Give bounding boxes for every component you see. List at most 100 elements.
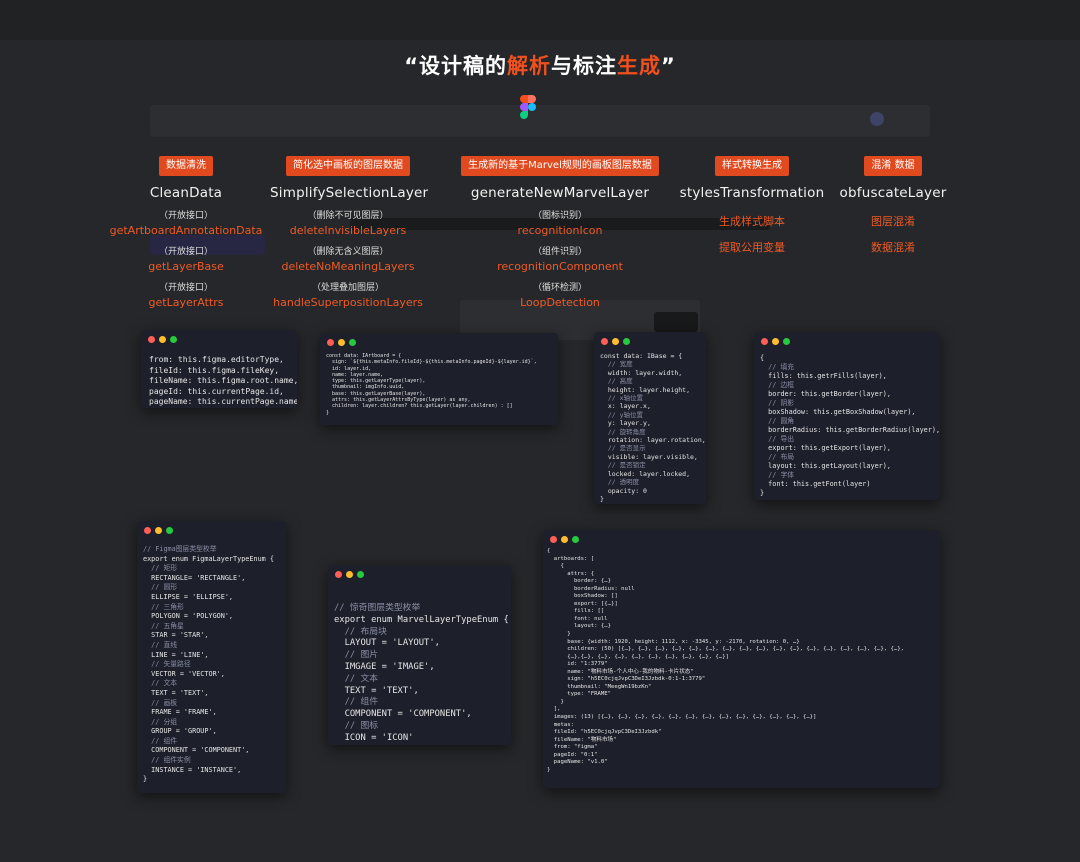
step-name: obfuscateLayer (839, 185, 947, 201)
code-line: { (547, 548, 551, 554)
title-part1: 设计稿的 (419, 54, 507, 78)
minimize-dot-icon (772, 338, 779, 345)
code-line: type: "FRAME" (547, 691, 611, 698)
column-clean-data: 数据清洗 CleanData （开放接口） getArtboardAnnotat… (108, 153, 264, 309)
step-item-note: （删除无含义图层） (307, 247, 389, 257)
code-line: // 惊奇图层类型枚举 (334, 603, 421, 613)
code-line: INSTANCE = 'INSTANCE', (143, 765, 242, 774)
step-item-note: （开放接口） (158, 211, 213, 221)
code-line: font: this.getFont(layer) (760, 480, 871, 488)
code-line: {…},{…}, {…}, {…}, {…}, {…}, {…}, {…}, {… (547, 653, 729, 660)
close-dot-icon (335, 571, 342, 578)
code-line: export enum MarvelLayerTypeEnum { (334, 614, 509, 625)
code-line: // Figma图层类型枚举 (143, 545, 217, 553)
code-window-output: { artboards: [ { attrs: { border: {…} bo… (543, 530, 940, 788)
code-line: LINE = 'LINE', (143, 650, 209, 659)
code-line: } (326, 409, 330, 416)
step-item-function: getArtboardAnnotationData (109, 224, 263, 237)
code-line: ELLIPSE = 'ELLIPSE', (143, 592, 234, 601)
code-line: STAR = 'STAR', (143, 631, 209, 640)
step-item-function: getLayerAttrs (148, 296, 224, 309)
title-quote-open: “ (404, 54, 419, 78)
code-line: y: layer.y, (600, 419, 651, 428)
code-line: layout: this.getLayout(layer), (760, 462, 891, 470)
code-line: layout: {…} (547, 623, 611, 630)
step-name: stylesTransformation (679, 185, 825, 201)
code-line: // 填充 (760, 363, 795, 371)
code-line: id: "1:3779" (547, 661, 608, 668)
code-line: GROUP = 'GROUP', (143, 727, 217, 736)
code-line: RECTANGLE= 'RECTANGLE', (143, 573, 246, 582)
code-line: attrs: { (547, 570, 595, 577)
code-line: pageName: this.currentPage.name, (149, 397, 297, 406)
code-block: { // 填充 fills: this.getrFills(layer), //… (760, 354, 940, 498)
minimize-dot-icon (346, 571, 353, 578)
step-item-note: （开放接口） (158, 247, 213, 257)
step-tag: 简化选中画板的图层数据 (286, 156, 410, 176)
step-item-function: deleteInvisibleLayers (289, 224, 407, 237)
code-line: children: (50) [{…}, {…}, {…}, {…}, {…},… (547, 646, 904, 653)
step-tag: 混淆 数据 (864, 156, 922, 176)
code-block: // Figma图层类型枚举 export enum FigmaLayerType… (143, 545, 274, 785)
window-controls (761, 338, 790, 345)
code-line: // 分组 (143, 717, 178, 726)
code-line: // 是否显示 (600, 444, 646, 453)
code-line: borderRadius: null (547, 585, 635, 592)
code-block: // 惊奇图层类型枚举 export enum MarvelLayerTypeEn… (334, 603, 509, 745)
title-quote-close: ” (661, 54, 676, 78)
code-line: fills: [] (547, 608, 605, 615)
code-window-marvel-enum: // 惊奇图层类型枚举 export enum MarvelLayerTypeEn… (328, 565, 511, 745)
code-line: { (760, 354, 765, 362)
code-line: sign: `${this.metaInfo.fileId}-${this.me… (326, 359, 537, 366)
code-line: boxShadow: this.getBoxShadow(layer), (760, 408, 916, 416)
maximize-dot-icon (170, 336, 177, 343)
step-tag: 生成新的基于Marvel规则的画板图层数据 (461, 156, 659, 176)
code-line: rotation: layer.rotation, (600, 436, 706, 445)
code-line: border: this.getBorder(layer), (760, 390, 891, 398)
step-item-function: getLayerBase (148, 260, 224, 273)
window-controls (335, 571, 364, 578)
code-line: COMPONENT = 'COMPONENT', (143, 746, 250, 755)
code-line: // 字体 (760, 471, 795, 479)
code-line: font: null (547, 615, 608, 622)
code-line: } (143, 775, 148, 784)
step-item-function: recognitionIcon (517, 224, 603, 237)
code-block: const data: IArtboard = { sign: `${this.… (326, 353, 537, 416)
maximize-dot-icon (623, 338, 630, 345)
maximize-dot-icon (357, 571, 364, 578)
code-line: x: layer.x, (600, 402, 651, 411)
code-line: children: layer.children? this.getLayer(… (326, 403, 513, 410)
code-line: // 旋转角度 (600, 427, 646, 436)
code-line: COMPONENT = 'COMPONENT', (334, 709, 472, 720)
code-line: export enum FigmaLayerTypeEnum { (143, 554, 274, 563)
code-line: // 是否锁定 (600, 461, 646, 470)
code-line: fileId: "h5EC0cjqJvpC3DeI3Jzbdk" (547, 729, 662, 736)
close-dot-icon (144, 527, 151, 534)
code-line: // 矢量路径 (143, 660, 191, 669)
code-line: // 画板 (143, 698, 178, 707)
column-generate-new-marvel-layer: 生成新的基于Marvel规则的画板图层数据 generateNewMarvelL… (450, 153, 670, 309)
code-line: // 五角星 (143, 621, 184, 630)
close-dot-icon (601, 338, 608, 345)
minimize-dot-icon (612, 338, 619, 345)
code-line: height: layer.height, (600, 385, 691, 394)
code-line: base: {width: 1920, height: 1112, x: -33… (547, 638, 800, 645)
code-line: // 文本 (143, 679, 178, 688)
code-line: // 组件 (143, 736, 178, 745)
code-line: LAYOUT = 'LAYOUT', (334, 638, 440, 649)
code-line: borderRadius: this.getBorderRadius(layer… (760, 426, 940, 434)
code-block: const data: IBase = { // 宽度 width: layer… (600, 352, 706, 503)
step-name: CleanData (149, 185, 223, 201)
code-block: from: this.figma.editorType, fileId: this… (149, 355, 297, 408)
code-line: sign: "h5EC0cjqJvpC3DeI3Jzbdk-0:1-1:3779… (547, 676, 706, 683)
minimize-dot-icon (155, 527, 162, 534)
step-line: 图层混淆 (871, 215, 915, 228)
code-line: // y轴位置 (600, 410, 643, 419)
code-line: from: "figma" (547, 744, 598, 751)
code-line: export: [{…}] (547, 600, 618, 607)
code-line: border: {…} (547, 578, 611, 585)
code-line: FRAME = 'FRAME', (143, 708, 217, 717)
code-line: // 透明度 (600, 478, 640, 487)
code-window-simplify: const data: IArtboard = { sign: `${this.… (320, 333, 558, 425)
step-item-note: （开放接口） (158, 283, 213, 293)
